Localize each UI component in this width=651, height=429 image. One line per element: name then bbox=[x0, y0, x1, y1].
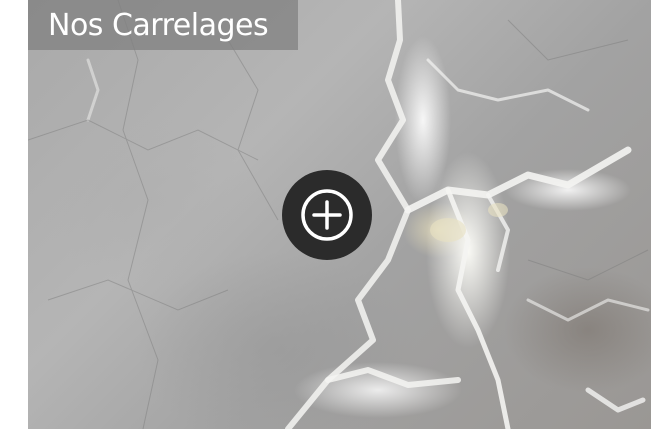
title-banner: Nos Carrelages bbox=[28, 0, 298, 50]
page-title: Nos Carrelages bbox=[48, 7, 269, 43]
expand-button[interactable] bbox=[282, 170, 372, 260]
plus-circle-icon bbox=[301, 189, 353, 241]
